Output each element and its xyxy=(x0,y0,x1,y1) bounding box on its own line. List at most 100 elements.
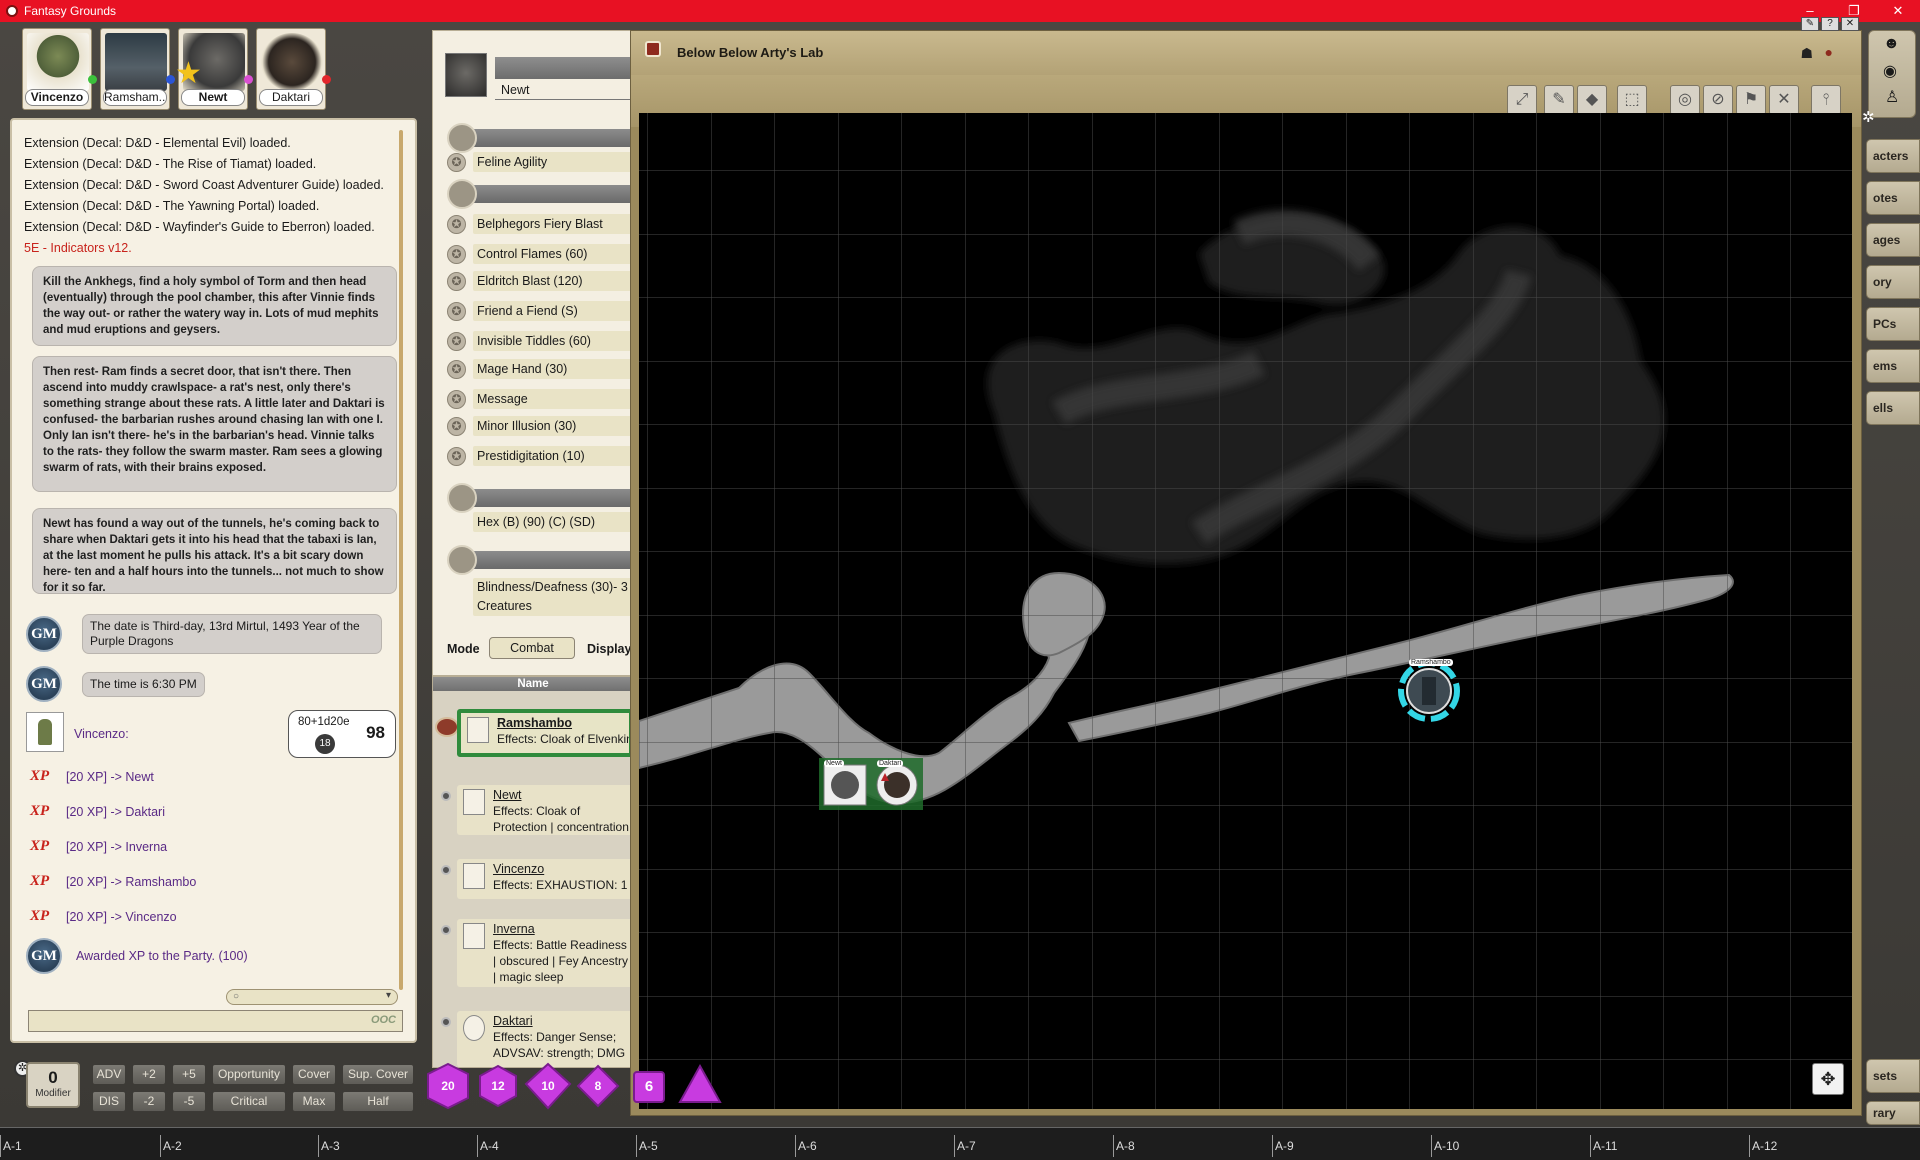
spell-row[interactable]: Blindness/Deafness (30)- 3 Creatures xyxy=(447,577,643,617)
d4-icon[interactable] xyxy=(678,1063,722,1103)
hotkey-slot[interactable]: A-12 xyxy=(1749,1135,1905,1157)
cover-button[interactable]: Cover xyxy=(292,1064,336,1085)
modifier-box[interactable]: 0 Modifier xyxy=(26,1062,80,1108)
chat-scrollbar[interactable] xyxy=(399,130,403,990)
sidebar-tab-story[interactable]: ory xyxy=(1866,265,1920,299)
star-icon[interactable]: ✪ xyxy=(447,360,466,379)
ooc-toggle[interactable]: OOC xyxy=(371,1014,396,1026)
super-cover-button[interactable]: Sup. Cover xyxy=(342,1064,414,1085)
spell-row[interactable]: ✪ Invisible Tiddles (60) xyxy=(447,330,643,352)
star-icon[interactable]: ✪ xyxy=(447,302,466,321)
globe-icon[interactable]: ◉ xyxy=(1883,61,1897,81)
hotkey-slot[interactable]: A-5 xyxy=(636,1135,792,1157)
close-icon[interactable]: ✕ xyxy=(1841,17,1859,31)
half-button[interactable]: Half xyxy=(342,1091,414,1112)
sidebar-tab-library[interactable]: rary xyxy=(1866,1101,1920,1125)
party-portrait-ramshambo[interactable]: Ramsham... xyxy=(100,28,175,110)
spell-row[interactable]: ✪ Control Flames (60) xyxy=(447,243,643,265)
spell-row[interactable]: ✪ Eldritch Blast (120) xyxy=(447,270,643,292)
hotkey-slot[interactable]: A-10 xyxy=(1431,1135,1587,1157)
person-icon[interactable]: ♙ xyxy=(1885,87,1899,107)
star-icon[interactable]: ✪ xyxy=(447,417,466,436)
close-button[interactable]: ✕ xyxy=(1876,0,1920,22)
sidebar-tab-characters[interactable]: acters xyxy=(1866,139,1920,173)
dis-button[interactable]: DIS xyxy=(92,1091,126,1112)
tracker-entry-ramshambo[interactable]: Ramshambo Effects: Cloak of Elvenkind xyxy=(457,709,631,757)
hotkey-slot[interactable]: A-1 xyxy=(0,1135,156,1157)
chat-mode-select[interactable]: ○ ▾ xyxy=(226,989,398,1005)
combatant-dot[interactable] xyxy=(441,1017,451,1027)
select-mask-icon[interactable]: ⬚ xyxy=(1617,85,1647,115)
pointer-pin-icon[interactable]: ⫯ xyxy=(1811,85,1841,115)
eraser-icon[interactable]: ◆ xyxy=(1577,85,1607,115)
spell-row[interactable]: ✪ Prestidigitation (10) xyxy=(447,445,643,467)
sidebar-tab-notes[interactable]: otes xyxy=(1866,181,1920,215)
token-label-ramshambo[interactable]: Ramshambo xyxy=(1409,659,1453,666)
hotkey-slot[interactable]: A-7 xyxy=(954,1135,1110,1157)
hotkey-slot[interactable]: A-11 xyxy=(1590,1135,1746,1157)
spell-group-header[interactable] xyxy=(447,483,645,513)
chat-input[interactable]: OOC xyxy=(28,1010,403,1032)
star-icon[interactable]: ✪ xyxy=(447,272,466,291)
combatant-name[interactable]: Daktari xyxy=(493,1013,629,1029)
no-target-icon[interactable]: ⊘ xyxy=(1703,85,1733,115)
star-icon[interactable]: ✪ xyxy=(447,447,466,466)
combatant-name[interactable]: Newt xyxy=(493,787,629,803)
plus5-button[interactable]: +5 xyxy=(172,1064,206,1085)
spell-row[interactable]: ✪ Friend a Fiend (S) xyxy=(447,300,643,322)
target-icon[interactable]: ◎ xyxy=(1670,85,1700,115)
map-canvas[interactable]: Newt Daktari Ramshambo ✥ xyxy=(639,113,1852,1109)
lock-icon[interactable]: ● xyxy=(1825,44,1833,60)
party-portrait-newt[interactable]: ★ Newt xyxy=(175,28,253,110)
tracker-entry-vincenzo[interactable]: Vincenzo Effects: EXHAUSTION: 1 xyxy=(457,859,631,899)
star-icon[interactable]: ✪ xyxy=(447,215,466,234)
sidebar-tab-npcs[interactable]: PCs xyxy=(1866,307,1920,341)
recenter-map-icon[interactable]: ✥ xyxy=(1812,1063,1844,1095)
party-icon[interactable]: ☻ xyxy=(1883,35,1900,53)
tracker-entry-newt[interactable]: Newt Effects: Cloak of Protection | conc… xyxy=(457,785,631,835)
combatant-dot[interactable] xyxy=(441,925,451,935)
combatant-name[interactable]: Vincenzo xyxy=(493,861,629,877)
star-icon[interactable]: ✪ xyxy=(447,245,466,264)
spell-group-header[interactable] xyxy=(447,545,645,575)
sidebar-tab-items[interactable]: ems xyxy=(1866,349,1920,383)
spell-row[interactable]: ✪ Mage Hand (30) xyxy=(447,358,643,380)
fullscreen-icon[interactable]: ⤢ xyxy=(1507,85,1537,115)
adv-button[interactable]: ADV xyxy=(92,1064,126,1085)
hotkey-slot[interactable]: A-9 xyxy=(1272,1135,1428,1157)
plus2-button[interactable]: +2 xyxy=(132,1064,166,1085)
mode-select[interactable]: Combat xyxy=(489,637,575,659)
paint-brush-icon[interactable]: ✎ xyxy=(1544,85,1574,115)
hotkey-slot[interactable]: A-3 xyxy=(318,1135,474,1157)
spell-row[interactable]: Hex (B) (90) (C) (SD) xyxy=(447,511,643,533)
party-portrait-daktari[interactable]: Daktari xyxy=(256,28,331,110)
spell-row[interactable]: ✪ Minor Illusion (30) xyxy=(447,415,643,437)
star-icon[interactable]: ✪ xyxy=(447,332,466,351)
sidebar-tab-assets[interactable]: sets xyxy=(1866,1059,1920,1093)
minus2-button[interactable]: -2 xyxy=(132,1091,166,1112)
combatant-name[interactable]: Inverna xyxy=(493,921,629,937)
party-portrait-vincenzo[interactable]: Vincenzo xyxy=(22,28,97,110)
spell-group-header[interactable] xyxy=(447,123,645,153)
hotkey-slot[interactable]: A-4 xyxy=(477,1135,633,1157)
opportunity-button[interactable]: Opportunity xyxy=(212,1064,286,1085)
crossed-swords-icon[interactable]: ✕ xyxy=(1769,85,1799,115)
flag-icon[interactable]: ⚑ xyxy=(1736,85,1766,115)
spell-row[interactable]: ✪ Message xyxy=(447,388,643,410)
combatant-name[interactable]: Ramshambo xyxy=(497,715,625,731)
map-titlebar[interactable]: Below Below Arty's Lab ☗ ● ✎ ? ✕ xyxy=(631,17,1861,75)
help-icon[interactable]: ? xyxy=(1821,17,1839,31)
tracker-entry-inverna[interactable]: Inverna Effects: Battle Readiness | obsc… xyxy=(457,919,631,987)
gear-icon[interactable]: ✲ xyxy=(1862,108,1875,126)
minus5-button[interactable]: -5 xyxy=(172,1091,206,1112)
sidebar-tab-images[interactable]: ages xyxy=(1866,223,1920,257)
hotkey-slot[interactable]: A-8 xyxy=(1113,1135,1269,1157)
hotkey-slot[interactable]: A-2 xyxy=(160,1135,316,1157)
combatant-dot[interactable] xyxy=(441,865,451,875)
tracker-entry-daktari[interactable]: Daktari Effects: Danger Sense; ADVSAV: s… xyxy=(457,1011,631,1067)
star-icon[interactable]: ✪ xyxy=(447,390,466,409)
pin-icon[interactable]: ✎ xyxy=(1801,17,1819,31)
token-label-daktari[interactable]: Daktari xyxy=(877,760,904,767)
critical-button[interactable]: Critical xyxy=(212,1091,286,1112)
spell-row[interactable]: ✪ Feline Agility xyxy=(447,151,643,173)
